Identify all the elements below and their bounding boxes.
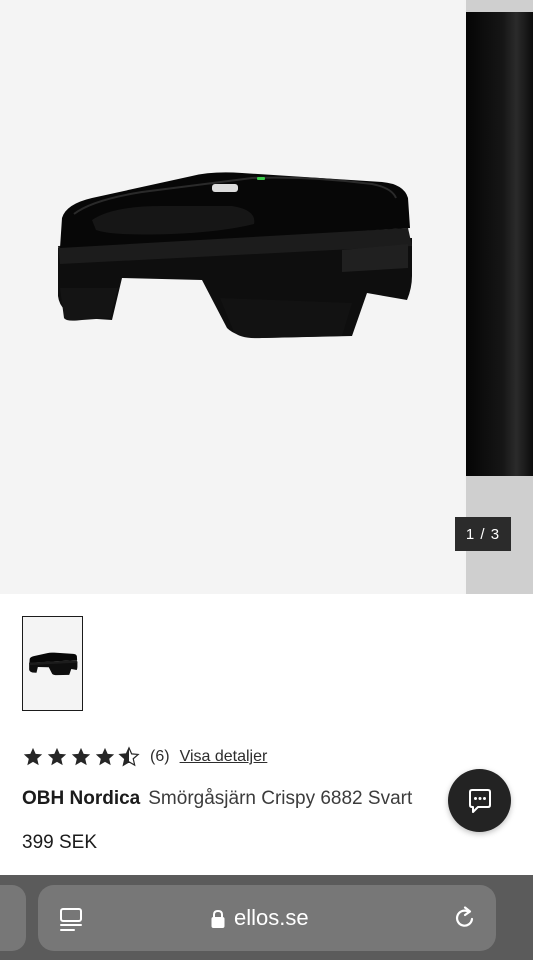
previous-tab-edge[interactable] [0,885,26,951]
url-text[interactable]: ellos.se [234,905,309,931]
star-full-icon [47,747,67,766]
product-image-gallery[interactable]: 1 / 3 [0,0,533,594]
address-bar[interactable]: ellos.se [38,885,496,951]
star-full-icon [71,747,91,766]
lock-icon [211,909,225,928]
reload-icon[interactable] [452,905,478,931]
product-image[interactable] [52,168,414,344]
product-price: 399 SEK [22,832,97,853]
product-name: Smörgåsjärn Crispy 6882 Svart [148,788,413,809]
gallery-slide-2-preview[interactable] [466,0,533,594]
product-brand: OBH Nordica [22,788,141,809]
page-menu-icon[interactable] [58,906,84,932]
star-half-icon [118,746,140,767]
rating-count: (6) [150,748,170,765]
view-details-link[interactable]: Visa detaljer [180,748,268,766]
gallery-counter: 1 / 3 [455,517,511,551]
star-full-icon [95,747,115,766]
thumbnail-image [28,652,77,675]
chat-bubble-icon [468,788,491,813]
gallery-thumbnail-1[interactable] [22,616,83,711]
rating-stars [22,746,140,768]
product-rating: (6) Visa detaljer [22,745,267,769]
browser-toolbar: ellos.se [0,875,533,960]
product-title: OBH Nordica Smörgåsjärn Crispy 6882 Svart [22,788,442,810]
gallery-slide-1[interactable] [0,0,464,594]
gallery-slide-2-image [466,12,533,476]
star-full-icon [23,747,43,766]
chat-button[interactable] [448,769,511,832]
